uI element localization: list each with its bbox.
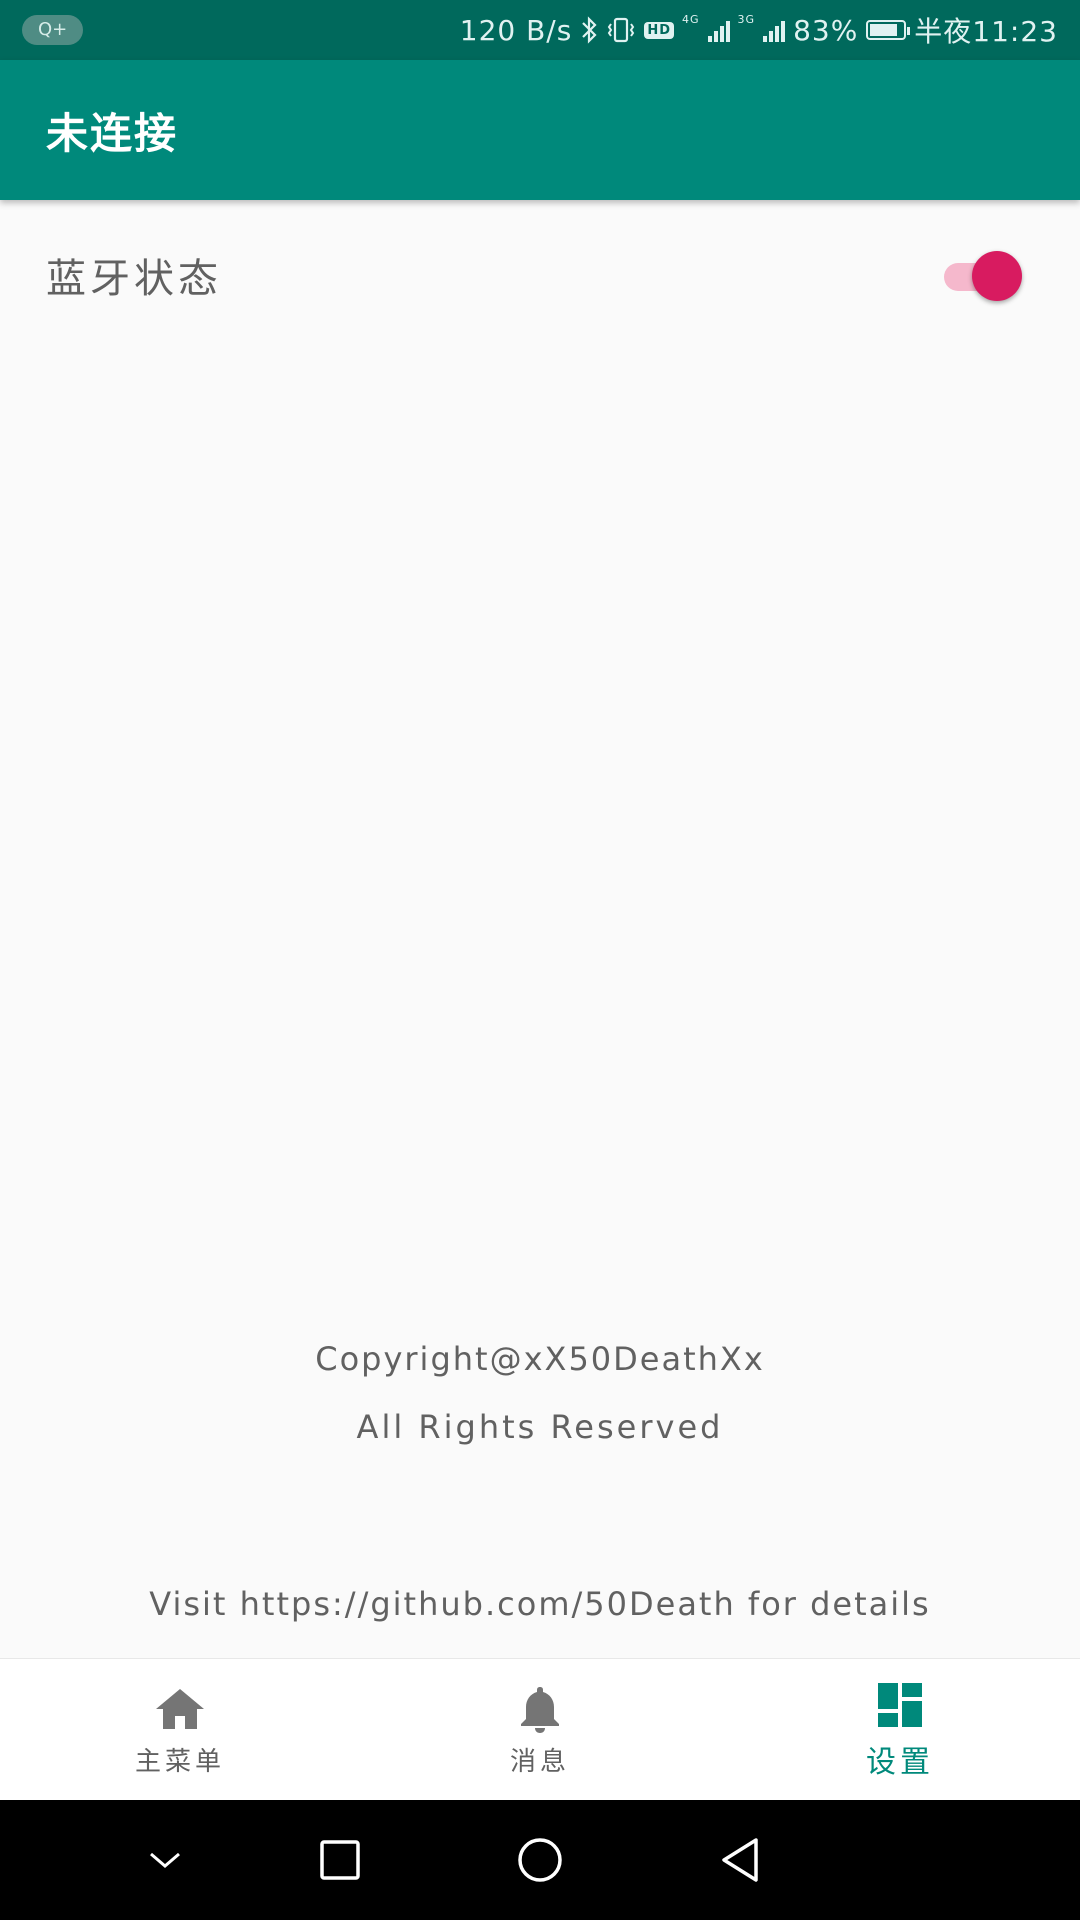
chevron-down-icon[interactable] — [135, 1830, 195, 1890]
home-icon — [154, 1683, 206, 1735]
bluetooth-status-label: 蓝牙状态 — [46, 256, 222, 302]
system-navigation-bar — [0, 1800, 1080, 1920]
app-bar: 未连接 — [0, 60, 1080, 200]
clock: 半夜11:23 — [914, 15, 1058, 48]
network-3g-label: 3G — [737, 13, 756, 26]
status-icons: 120 B/s HD 4G 3G 83% 半夜11:23 — [460, 10, 1058, 50]
visit-link-text: Visit https://github.com/50Death for det… — [149, 1585, 931, 1623]
nav-label-settings: 设置 — [866, 1745, 934, 1780]
status-badge: Q+ — [22, 15, 84, 45]
nav-label-messages: 消息 — [509, 1746, 570, 1777]
nav-label-main-menu: 主菜单 — [134, 1746, 225, 1777]
bottom-navigation: 主菜单 消息 设置 — [0, 1658, 1080, 1801]
dashboard-icon — [874, 1679, 926, 1731]
signal-icon — [707, 18, 730, 42]
bell-icon — [514, 1683, 566, 1735]
bluetooth-icon — [580, 16, 598, 44]
net-speed: 120 B/s — [459, 13, 573, 47]
battery-icon — [866, 20, 911, 40]
signal-icon-2 — [763, 18, 786, 42]
back-icon[interactable] — [710, 1830, 770, 1890]
network-4g-label: 4G — [682, 13, 700, 26]
nav-item-settings[interactable]: 设置 — [720, 1659, 1080, 1801]
nav-item-main-menu[interactable]: 主菜单 — [0, 1659, 360, 1801]
nav-item-messages[interactable]: 消息 — [360, 1659, 720, 1801]
bluetooth-setting-row: 蓝牙状态 — [0, 230, 1080, 320]
rights-text: All Rights Reserved — [356, 1408, 724, 1446]
recents-icon[interactable] — [310, 1830, 370, 1890]
copyright-text: Copyright@xX50DeathXx — [315, 1340, 765, 1378]
hd-icon: HD — [644, 21, 674, 39]
toggle-thumb — [972, 251, 1022, 301]
status-bar: Q+ 120 B/s HD 4G 3G 83% 半夜11:23 — [0, 0, 1080, 60]
home-circle-icon[interactable] — [510, 1830, 570, 1890]
vibrate-icon — [606, 16, 636, 44]
page-title: 未连接 — [46, 108, 179, 158]
screen: Q+ 120 B/s HD 4G 3G 83% 半夜11:23 未连接 蓝牙状态… — [0, 0, 1080, 1920]
bluetooth-toggle[interactable] — [942, 247, 1026, 303]
battery-percent: 83% — [793, 13, 859, 47]
battery-fill — [870, 24, 898, 36]
